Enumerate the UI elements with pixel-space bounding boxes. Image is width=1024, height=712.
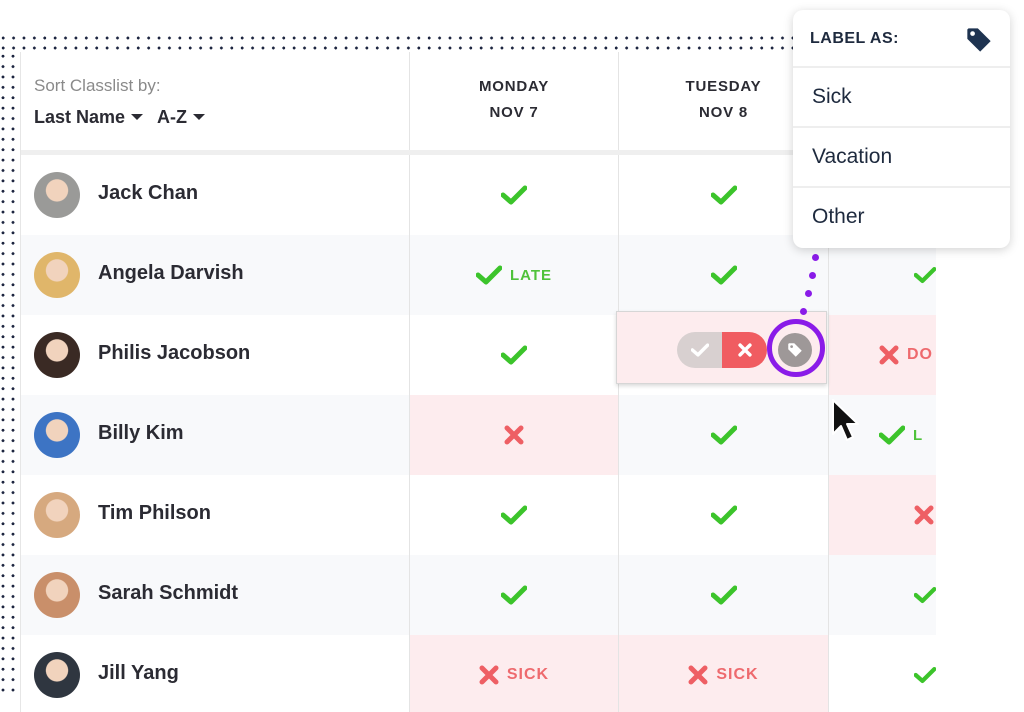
student-name-cell[interactable]: Billy Kim — [21, 395, 409, 475]
connector-dot — [800, 308, 807, 315]
check-icon — [710, 185, 737, 205]
student-name: Jack Chan — [98, 182, 199, 204]
attendance-cell[interactable] — [409, 155, 618, 235]
sort-field-dropdown[interactable]: Last Name — [34, 107, 144, 128]
attendance-cell[interactable]: LATE — [409, 235, 618, 315]
x-icon — [479, 665, 499, 685]
attendance-cell[interactable] — [618, 395, 828, 475]
attendance-toggle[interactable] — [677, 332, 767, 368]
check-icon — [501, 345, 527, 365]
caret-down-icon — [131, 113, 144, 120]
check-icon — [501, 585, 527, 605]
column-date: NOV 7 — [489, 104, 539, 121]
student-name: Sarah Schmidt — [98, 582, 239, 604]
student-name-cell[interactable]: Jill Yang — [21, 635, 409, 712]
attendance-cell[interactable]: SICK — [618, 635, 828, 712]
sort-controls: Last Name A-Z — [34, 107, 206, 128]
student-row: Tim Philson — [21, 475, 936, 555]
tag-icon — [967, 28, 991, 52]
label-as-popup: LABEL AS: Sick Vacation Other — [793, 10, 1010, 248]
x-icon — [879, 345, 899, 365]
attendance-label: LATE — [509, 266, 553, 284]
student-name-cell[interactable]: Tim Philson — [21, 475, 409, 555]
attendance-label: L — [913, 426, 924, 444]
attendance-label: SICK — [506, 666, 550, 683]
attendance-cell[interactable] — [828, 555, 936, 635]
x-icon — [504, 425, 524, 445]
popup-option-vacation[interactable]: Vacation — [793, 128, 1010, 188]
connector-dot — [812, 254, 819, 261]
connector-dot — [809, 272, 816, 279]
caret-down-icon — [193, 113, 206, 120]
tag-icon — [788, 343, 802, 357]
attendance-cell[interactable] — [618, 555, 828, 635]
check-icon — [501, 185, 527, 205]
x-icon — [688, 665, 708, 685]
avatar — [34, 332, 80, 378]
avatar — [34, 412, 80, 458]
student-row: Jill Yang SICK SICK — [21, 635, 936, 712]
student-name-cell[interactable]: Sarah Schmidt — [21, 555, 409, 635]
attendance-edit-cell — [616, 311, 827, 384]
check-icon — [710, 265, 737, 285]
check-icon — [914, 266, 936, 284]
student-name: Philis Jacobson — [98, 342, 251, 364]
x-icon — [737, 343, 752, 357]
check-icon — [914, 666, 936, 684]
check-icon — [475, 265, 502, 285]
student-row: Billy Kim L — [21, 395, 936, 475]
mark-present-button[interactable] — [677, 332, 722, 368]
check-icon — [710, 585, 737, 605]
attendance-cell[interactable] — [618, 475, 828, 555]
popup-header: LABEL AS: — [793, 10, 1010, 68]
mouse-cursor-icon — [832, 399, 859, 441]
column-header-monday: MONDAY NOV 7 — [409, 52, 618, 150]
attendance-cell[interactable] — [618, 235, 828, 315]
student-name-cell[interactable]: Angela Darvish — [21, 235, 409, 315]
avatar — [34, 652, 80, 698]
connector-dot — [805, 290, 812, 297]
sort-field-value: Last Name — [34, 107, 126, 127]
avatar — [34, 252, 80, 298]
check-icon — [710, 425, 737, 445]
sort-order-value: A-Z — [157, 107, 188, 127]
popup-title: LABEL AS: — [810, 30, 899, 47]
mark-absent-button[interactable] — [722, 332, 767, 368]
check-icon — [710, 505, 737, 525]
sort-order-dropdown[interactable]: A-Z — [157, 107, 206, 128]
attendance-cell[interactable] — [409, 555, 618, 635]
x-icon — [914, 505, 934, 525]
attendance-cell[interactable] — [828, 475, 936, 555]
attendance-cell[interactable] — [828, 635, 936, 712]
sort-label: Sort Classlist by: — [34, 76, 161, 95]
attendance-cell[interactable] — [409, 475, 618, 555]
avatar — [34, 572, 80, 618]
check-icon — [690, 343, 709, 357]
student-name-cell[interactable]: Jack Chan — [21, 155, 409, 235]
attendance-label: DO — [907, 346, 933, 363]
attendance-cell[interactable] — [409, 395, 618, 475]
avatar — [34, 492, 80, 538]
dotted-border-left — [0, 53, 20, 696]
attendance-cell[interactable]: DO — [828, 315, 936, 395]
avatar — [34, 172, 80, 218]
label-tag-button[interactable] — [778, 333, 812, 367]
student-name-cell[interactable]: Philis Jacobson — [21, 315, 409, 395]
student-name: Billy Kim — [98, 422, 184, 444]
column-day: MONDAY — [478, 78, 550, 95]
popup-option-sick[interactable]: Sick — [793, 68, 1010, 128]
check-icon — [879, 425, 905, 445]
check-icon — [914, 586, 936, 604]
attendance-cell[interactable]: SICK — [409, 635, 618, 712]
student-name: Tim Philson — [98, 502, 211, 524]
student-name: Jill Yang — [98, 662, 179, 684]
check-icon — [501, 505, 527, 525]
student-name: Angela Darvish — [98, 262, 244, 284]
popup-option-other[interactable]: Other — [793, 188, 1010, 246]
attendance-cell[interactable] — [409, 315, 618, 395]
student-row: Sarah Schmidt — [21, 555, 936, 635]
attendance-label: SICK — [716, 666, 759, 683]
dotted-border-top — [0, 33, 800, 53]
